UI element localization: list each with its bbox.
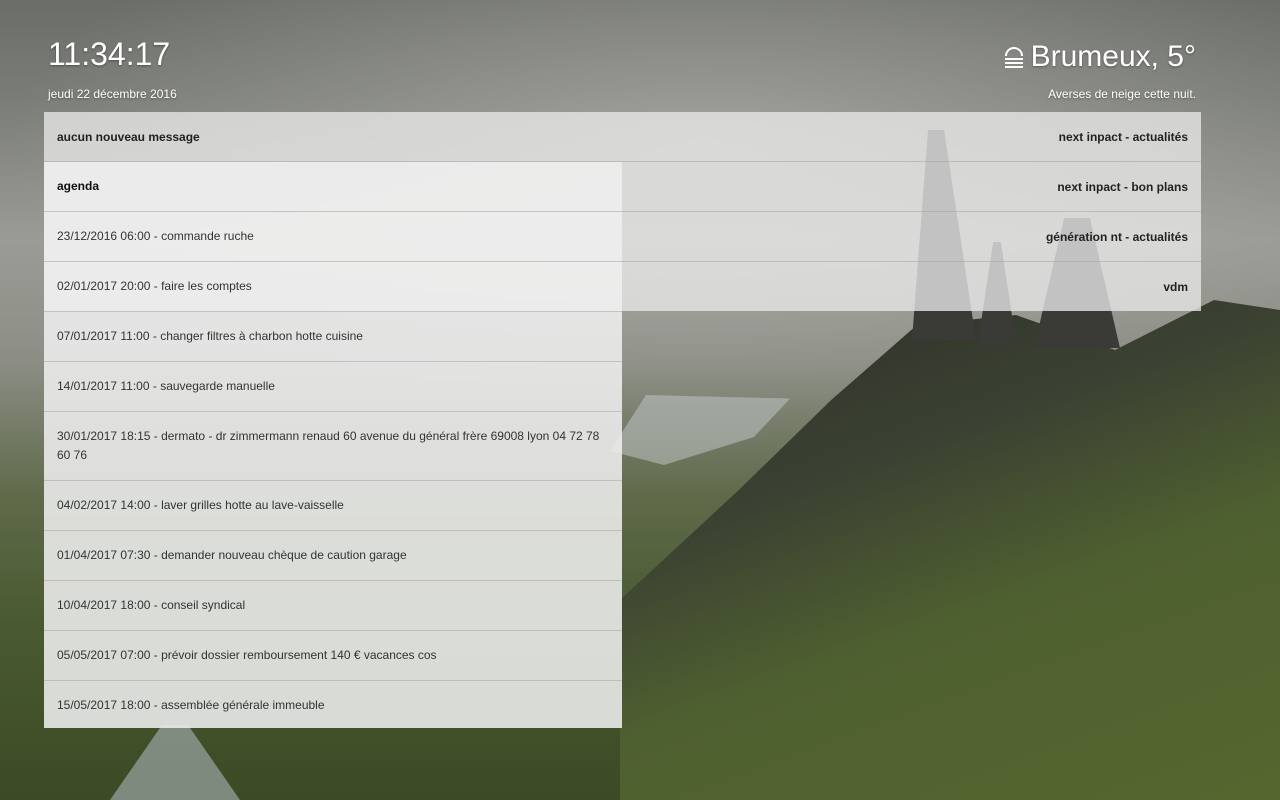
fog-icon [1003, 46, 1025, 68]
clock-time: 11:34:17 [48, 36, 171, 72]
agenda-panel: agenda 23/12/2016 06:00 - commande ruche… [44, 162, 622, 728]
messages-status[interactable]: aucun nouveau message [57, 130, 200, 144]
messages-row: aucun nouveau message next inpact - actu… [44, 112, 1201, 162]
background-river [110, 725, 240, 800]
clock-date: jeudi 22 décembre 2016 [48, 87, 177, 101]
weather-condition: Brumeux, 5° [1030, 40, 1196, 73]
feed-item[interactable]: vdm [1163, 280, 1188, 294]
agenda-event[interactable]: 05/05/2017 07:00 - prévoir dossier rembo… [44, 631, 622, 681]
feed-item[interactable]: next inpact - bon plans [1057, 180, 1188, 194]
feed-item[interactable]: next inpact - actualités [1059, 130, 1188, 144]
weather-forecast: Averses de neige cette nuit. [1048, 87, 1196, 101]
agenda-title[interactable]: agenda [44, 162, 622, 212]
agenda-event[interactable]: 23/12/2016 06:00 - commande ruche [44, 212, 622, 262]
agenda-event[interactable]: 01/04/2017 07:30 - demander nouveau chèq… [44, 531, 622, 581]
agenda-event[interactable]: 07/01/2017 11:00 - changer filtres à cha… [44, 312, 622, 362]
agenda-event[interactable]: 15/05/2017 18:00 - assemblée générale im… [44, 681, 622, 730]
weather-widget: Brumeux, 5° [1003, 42, 1196, 72]
agenda-event[interactable]: 14/01/2017 11:00 - sauvegarde manuelle [44, 362, 622, 412]
feed-item[interactable]: génération nt - actualités [1046, 230, 1188, 244]
agenda-event[interactable]: 30/01/2017 18:15 - dermato - dr zimmerma… [44, 412, 622, 481]
agenda-event[interactable]: 10/04/2017 18:00 - conseil syndical [44, 581, 622, 631]
agenda-event[interactable]: 04/02/2017 14:00 - laver grilles hotte a… [44, 481, 622, 531]
agenda-event[interactable]: 02/01/2017 20:00 - faire les comptes [44, 262, 622, 312]
